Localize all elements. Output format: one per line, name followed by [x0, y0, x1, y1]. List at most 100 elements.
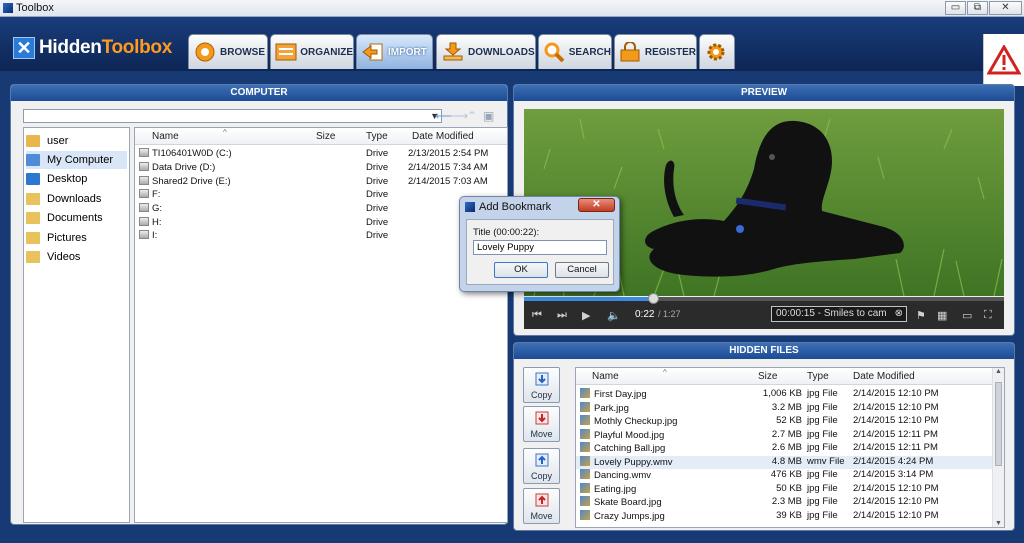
column-name[interactable]: Name: [152, 131, 179, 142]
file-name: Skate Board.jpg: [594, 497, 662, 508]
column-type[interactable]: Type: [366, 131, 388, 142]
minimize-button[interactable]: ▭: [945, 1, 966, 15]
tab-downloads[interactable]: DOWNLOADS: [436, 34, 536, 69]
file-icon: [580, 455, 590, 466]
table-row[interactable]: Lovely Puppy.wmv 4.8 MB wmv File 2/14/2015 …: [576, 455, 1004, 469]
file-size: 39 KB: [776, 509, 802, 521]
restore-button[interactable]: ⧉: [967, 1, 988, 15]
tree-item-videos[interactable]: Videos: [26, 248, 127, 266]
skip-back-icon[interactable]: ⏮: [532, 309, 542, 322]
file-name: Mothly Checkup.jpg: [594, 416, 678, 427]
file-size: 4.8 MB: [771, 455, 802, 467]
file-type: jpg File: [807, 388, 838, 399]
table-row[interactable]: H: Drive: [135, 217, 507, 230]
tab-browse[interactable]: BROWSE: [188, 34, 268, 69]
search-icon: [542, 40, 567, 64]
play-icon[interactable]: ▶: [582, 309, 590, 322]
tree-item-my-computer[interactable]: My Computer: [26, 151, 127, 169]
close-button[interactable]: ✕: [989, 1, 1022, 15]
clear-icon[interactable]: ⊗: [895, 307, 903, 321]
file-type: jpg File: [807, 469, 838, 480]
tree-item-documents[interactable]: Documents: [26, 209, 127, 227]
table-row[interactable]: Shared2 Drive (E:) Drive 2/14/2015 7:03 …: [135, 176, 507, 189]
table-row[interactable]: Crazy Jumps.jpg 39 KB jpg File 2/14/2015 12…: [576, 509, 1004, 523]
logo: ✕ HiddenToolbox: [13, 37, 172, 59]
file-icon: [580, 509, 590, 520]
path-combobox[interactable]: ▼: [23, 109, 442, 123]
tree-item-user[interactable]: user: [26, 132, 127, 150]
logo-mark-icon: ✕: [13, 37, 35, 59]
bookmark-title-input[interactable]: [473, 240, 607, 255]
new-folder-icon[interactable]: ▣: [483, 110, 497, 122]
table-row[interactable]: Playful Mood.jpg 2.7 MB jpg File 2/14/2015 …: [576, 428, 1004, 442]
scroll-down-icon[interactable]: ▼: [995, 520, 1002, 527]
drive-icon: [139, 217, 149, 226]
file-date: 2/14/2015 12:11 PM: [853, 442, 938, 453]
column-size[interactable]: Size: [758, 371, 777, 382]
move-in-button[interactable]: Move: [523, 406, 560, 442]
tab-search[interactable]: SEARCH: [538, 34, 612, 69]
tab-settings[interactable]: [699, 34, 735, 69]
file-size: 2.6 MB: [771, 442, 802, 453]
table-row[interactable]: F: Drive: [135, 189, 507, 202]
column-type[interactable]: Type: [807, 371, 829, 382]
tab-label: BROWSE: [220, 46, 265, 58]
title-bar: Toolbox ▭ ⧉ ✕: [0, 0, 1024, 17]
time-current: 0:22: [635, 309, 655, 320]
tab-organize[interactable]: ORGANIZE: [270, 34, 354, 69]
tree-item-pictures[interactable]: Pictures: [26, 229, 127, 247]
column-date[interactable]: Date Modified: [853, 371, 915, 382]
tab-register[interactable]: REGISTER: [614, 34, 697, 69]
table-row[interactable]: TI106401W0D (C:) Drive 2/13/2015 2:54 PM: [135, 148, 507, 161]
table-row[interactable]: Mothly Checkup.jpg 52 KB jpg File 2/14/2015…: [576, 415, 1004, 428]
back-icon[interactable]: ⟵: [435, 110, 452, 122]
file-name: Crazy Jumps.jpg: [594, 510, 665, 522]
file-date: 2/14/2015 3:14 PM: [853, 469, 934, 480]
video-progress-bar[interactable]: [524, 293, 1004, 304]
table-row[interactable]: Dancing.wmv 476 KB jpg File 2/14/2015 3:14 …: [576, 469, 1004, 482]
bookmark-add-icon[interactable]: ⚑: [916, 309, 926, 322]
move-out-button[interactable]: Move: [523, 488, 560, 524]
file-type: jpg File: [807, 415, 838, 426]
grid-icon[interactable]: ▦: [937, 309, 947, 322]
table-row[interactable]: Skate Board.jpg 2.3 MB jpg File 2/14/2015 1…: [576, 496, 1004, 509]
table-row[interactable]: I: Drive: [135, 230, 507, 243]
table-row[interactable]: Data Drive (D:) Drive 2/14/2015 7:34 AM: [135, 162, 507, 175]
column-date[interactable]: Date Modified: [412, 131, 474, 142]
file-icon: [580, 401, 590, 412]
settings-icon: [703, 40, 729, 64]
file-type: jpg File: [807, 442, 838, 453]
copy-out-button[interactable]: Copy: [523, 448, 560, 484]
file-icon: [580, 388, 590, 398]
table-row[interactable]: First Day.jpg 1,006 KB jpg File 2/14/2015 1…: [576, 388, 1004, 401]
cancel-button[interactable]: Cancel: [555, 262, 609, 278]
tree-item-desktop[interactable]: Desktop: [26, 170, 127, 188]
column-size[interactable]: Size: [316, 131, 335, 142]
table-row[interactable]: Park.jpg 3.2 MB jpg File 2/14/2015 12:10 PM: [576, 401, 1004, 415]
progress-handle[interactable]: [648, 293, 659, 304]
file-name: Eating.jpg: [594, 483, 637, 495]
table-row[interactable]: G: Drive: [135, 203, 507, 216]
bookmark-combobox[interactable]: 00:00:15 - Smiles to cam ⊗: [771, 306, 907, 322]
column-name[interactable]: Name: [592, 371, 619, 382]
warning-icon[interactable]: [983, 34, 1024, 86]
dialog-close-button[interactable]: ✕: [578, 198, 615, 212]
file-icon: [580, 469, 590, 479]
ok-button[interactable]: OK: [494, 262, 548, 278]
up-icon[interactable]: ⌃: [467, 110, 481, 122]
scroll-up-icon[interactable]: ▲: [995, 368, 1002, 375]
tree-item-downloads[interactable]: Downloads: [26, 190, 127, 208]
vertical-scrollbar[interactable]: ▲ ▼: [992, 368, 1004, 527]
fullscreen-icon[interactable]: ⛶: [984, 309, 992, 322]
window-mode-icon[interactable]: ▭: [962, 309, 972, 322]
copy-in-button[interactable]: Copy: [523, 367, 560, 403]
forward-icon[interactable]: ⟶: [451, 110, 468, 122]
table-row[interactable]: Eating.jpg 50 KB jpg File 2/14/2015 12:10 P…: [576, 482, 1004, 496]
table-row[interactable]: Catching Ball.jpg 2.6 MB jpg File 2/14/2015…: [576, 442, 1004, 455]
drive-icon: [139, 189, 149, 198]
volume-icon[interactable]: 🔈: [607, 309, 621, 322]
skip-forward-icon[interactable]: ⏭: [557, 309, 567, 322]
tab-import[interactable]: IMPORT: [356, 34, 433, 69]
organize-icon: [274, 40, 298, 64]
scroll-thumb[interactable]: [995, 382, 1002, 466]
